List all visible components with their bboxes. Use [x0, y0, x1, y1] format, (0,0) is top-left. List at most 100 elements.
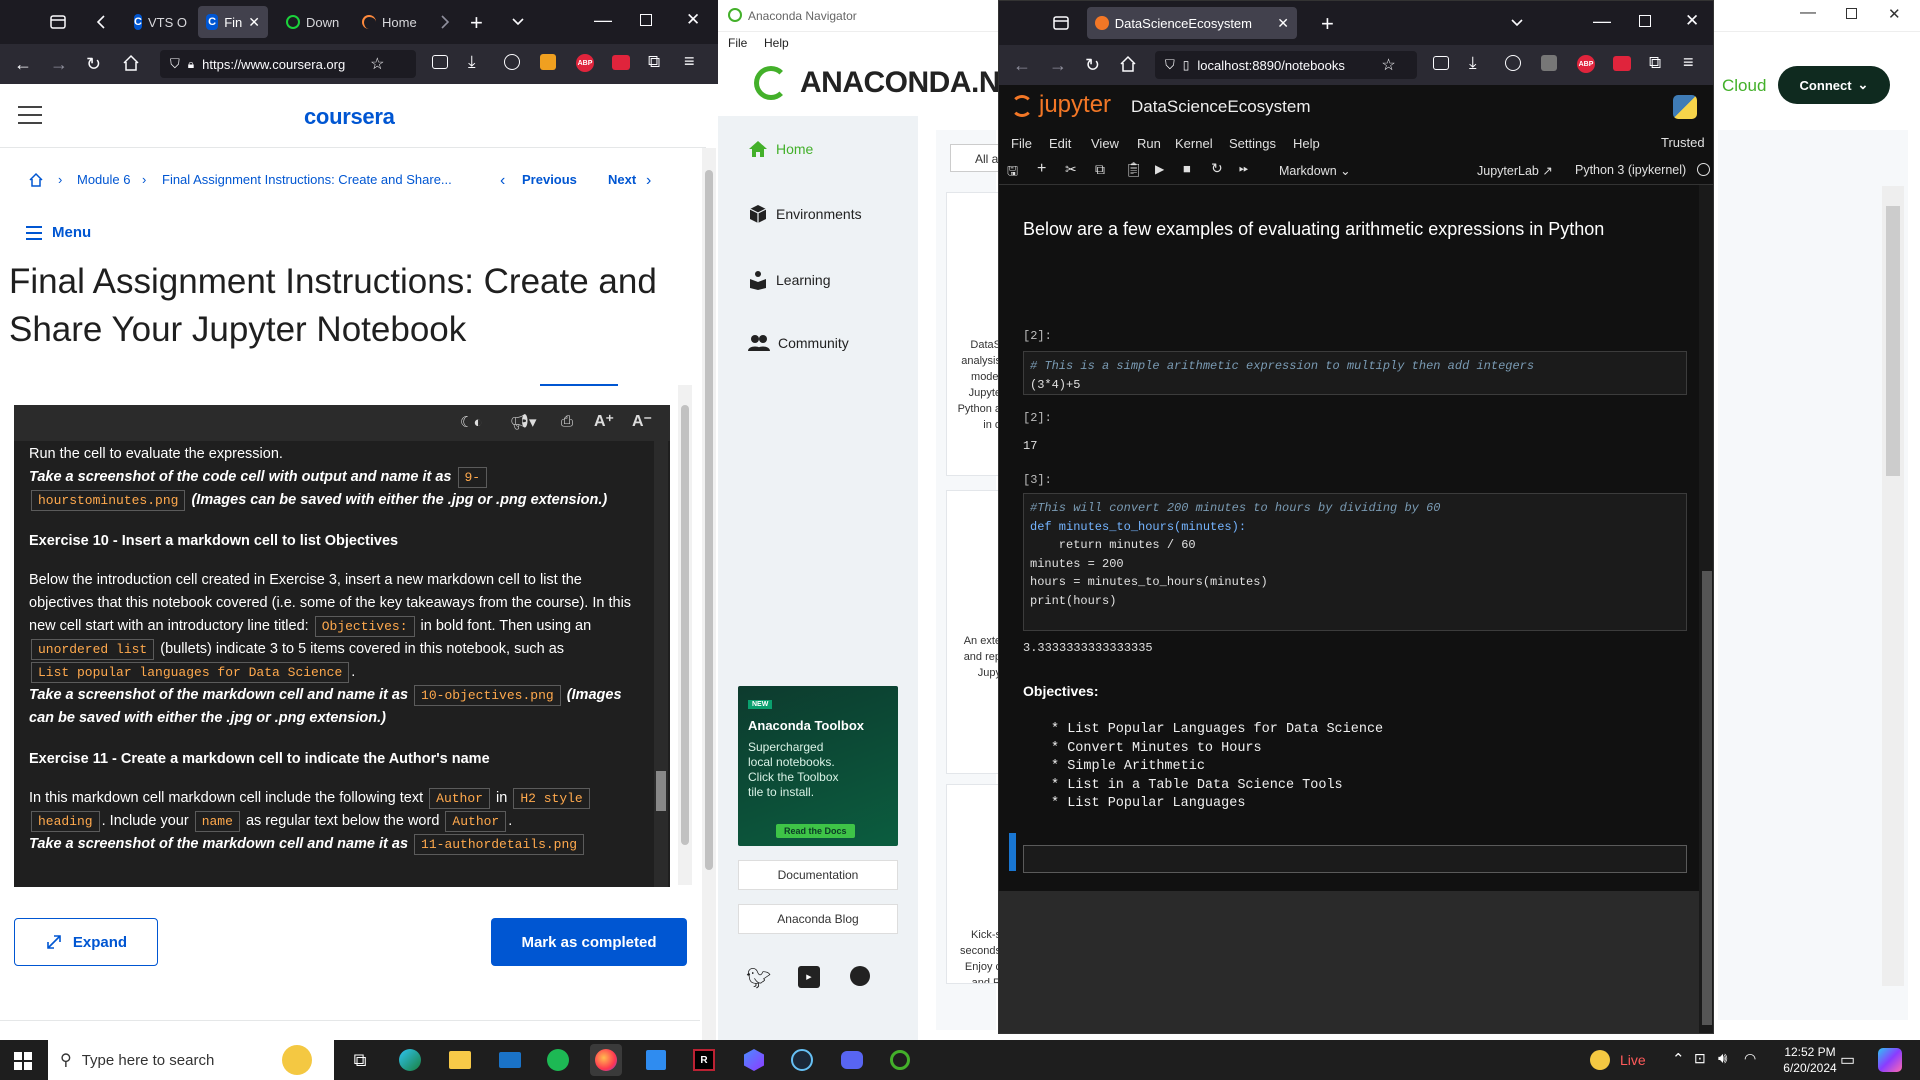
code-cell[interactable]: # This is a simple arithmetic expression…: [1023, 351, 1687, 395]
empty-cell[interactable]: [1023, 845, 1687, 873]
app-card-jupyter[interactable]: DataS analysis model Jupyte Python a in …: [946, 192, 1006, 476]
firefox-icon[interactable]: [590, 1044, 622, 1076]
menu-help[interactable]: Help: [764, 36, 789, 50]
spotify-icon[interactable]: [542, 1044, 574, 1076]
code-cell[interactable]: #This will convert 200 minutes to hours …: [1023, 493, 1687, 631]
environment-filter-select[interactable]: All a: [950, 144, 1000, 172]
file-explorer-icon[interactable]: [444, 1044, 476, 1076]
print-icon[interactable]: ⎙: [561, 413, 573, 430]
paste-icon[interactable]: 📋︎: [1125, 161, 1143, 178]
extensions-icon[interactable]: ⧉: [1649, 53, 1661, 73]
close-window-icon[interactable]: ✕: [686, 10, 700, 30]
forward-icon[interactable]: →: [50, 54, 68, 75]
app-menu-icon[interactable]: ≡: [1683, 52, 1694, 73]
minimize-icon[interactable]: —: [594, 10, 612, 31]
url-bar[interactable]: ⛉ ▯ localhost:8890/notebooks ☆: [1155, 51, 1417, 79]
menu-help[interactable]: Help: [1293, 136, 1320, 151]
extension-icon[interactable]: [612, 55, 630, 70]
adblock-icon[interactable]: ABP: [1577, 55, 1595, 73]
mark-as-completed-button[interactable]: Mark as completed: [491, 918, 687, 966]
bookmark-star-icon[interactable]: ☆: [1381, 55, 1395, 75]
breadcrumb-module[interactable]: Module 6: [77, 172, 130, 187]
pocket-icon[interactable]: [432, 55, 448, 69]
cell-type-select[interactable]: Markdown ⌄: [1279, 163, 1351, 178]
copilot-icon[interactable]: [1878, 1048, 1902, 1072]
hamburger-menu-icon[interactable]: [18, 106, 42, 124]
menu-view[interactable]: View: [1091, 136, 1119, 151]
nav-learning[interactable]: Learning: [748, 270, 831, 290]
adblock-icon[interactable]: ABP: [576, 54, 594, 72]
run-icon[interactable]: ▶: [1155, 162, 1164, 176]
menu-file[interactable]: File: [728, 36, 747, 50]
list-tabs-icon[interactable]: [510, 12, 526, 32]
menu-edit[interactable]: Edit: [1049, 136, 1071, 151]
next-link[interactable]: Next: [608, 172, 636, 187]
documentation-link[interactable]: Documentation: [738, 860, 898, 890]
home-icon[interactable]: [1119, 55, 1137, 73]
list-tabs-icon[interactable]: [1509, 13, 1525, 33]
menu-kernel[interactable]: Kernel: [1175, 136, 1213, 151]
account-icon[interactable]: [504, 54, 520, 70]
objectives-list[interactable]: * List Popular Languages for Data Scienc…: [1051, 721, 1383, 814]
nav-environments[interactable]: Environments: [748, 204, 862, 224]
scrollbar-thumb[interactable]: [1702, 571, 1712, 1025]
previous-link[interactable]: Previous: [522, 172, 577, 187]
maximize-icon[interactable]: [1639, 15, 1651, 27]
downloads-icon[interactable]: ⤓: [468, 52, 476, 72]
tab-datascienceecosystem[interactable]: DataScienceEcosystem ✕: [1087, 7, 1297, 39]
live-label[interactable]: Live: [1620, 1052, 1646, 1068]
youtube-icon[interactable]: ▶: [798, 966, 820, 988]
course-menu-button[interactable]: Menu: [26, 224, 91, 241]
back-icon[interactable]: ←: [14, 54, 32, 75]
app-card[interactable]: Kick-s seconds Enjoy c and R: [946, 784, 1006, 984]
theme-toggle-icon[interactable]: ☾◐: [460, 413, 483, 431]
restart-icon[interactable]: ↻: [1211, 160, 1223, 177]
downloads-icon[interactable]: ⤓: [1469, 53, 1477, 73]
breadcrumb-current[interactable]: Final Assignment Instructions: Create an…: [162, 172, 462, 187]
rider-icon[interactable]: R: [688, 1044, 720, 1076]
scrollbar-thumb[interactable]: [681, 405, 689, 845]
pocket-icon[interactable]: [1433, 56, 1449, 70]
close-window-icon[interactable]: ✕: [1685, 11, 1699, 31]
extension-icon[interactable]: [1541, 55, 1557, 71]
tab-home[interactable]: Home: [354, 6, 434, 38]
taskbar-search[interactable]: ⚲ Type here to search: [48, 1040, 334, 1080]
url-bar[interactable]: ⛉ 🔒︎ https://www.coursera.org ☆: [160, 50, 416, 78]
steam-icon[interactable]: [786, 1044, 818, 1076]
close-tab-icon[interactable]: ✕: [1277, 15, 1289, 32]
scrollbar-thumb[interactable]: [1886, 206, 1900, 476]
minimize-icon[interactable]: —: [1800, 4, 1816, 22]
reload-icon[interactable]: ↻: [1085, 55, 1100, 76]
edge-icon[interactable]: [394, 1044, 426, 1076]
menu-run[interactable]: Run: [1137, 136, 1161, 151]
tab-vts[interactable]: C VTS O: [126, 6, 192, 38]
back-icon[interactable]: ←: [1013, 55, 1031, 76]
app-icon[interactable]: [738, 1044, 770, 1076]
tab-downloads[interactable]: Down: [278, 6, 350, 38]
anaconda-toolbox-promo[interactable]: NEW Anaconda Toolbox Supercharged local …: [738, 686, 898, 846]
account-icon[interactable]: [1505, 55, 1521, 71]
tray-chevron-icon[interactable]: ⌃: [1672, 1050, 1685, 1068]
page-scrollbar[interactable]: [702, 148, 716, 1040]
github-icon[interactable]: [850, 966, 870, 986]
menu-file[interactable]: File: [1011, 136, 1032, 151]
scrollbar-thumb[interactable]: [656, 771, 666, 811]
close-tab-icon[interactable]: ✕: [248, 14, 260, 31]
save-icon[interactable]: 🖫︎: [1007, 162, 1018, 184]
inner-scrollbar[interactable]: [678, 385, 692, 885]
read-the-docs-button[interactable]: Read the Docs: [776, 824, 855, 838]
store-icon[interactable]: [640, 1044, 672, 1076]
nav-home[interactable]: Home: [748, 140, 813, 158]
discord-icon[interactable]: [836, 1044, 868, 1076]
tab-overview-icon[interactable]: [48, 12, 68, 32]
reload-icon[interactable]: ↻: [86, 54, 101, 75]
close-window-icon[interactable]: ✕: [1888, 5, 1901, 23]
add-cell-icon[interactable]: +: [1037, 160, 1046, 178]
app-card[interactable]: An exte and rep Jupy: [946, 490, 1006, 774]
connect-button[interactable]: Connect ⌄: [1778, 66, 1890, 104]
wifi-icon[interactable]: ◠: [1744, 1050, 1756, 1067]
read-aloud-icon[interactable]: 📢︎▾: [510, 413, 537, 431]
coursera-logo[interactable]: coursera: [304, 104, 395, 130]
tab-overview-icon[interactable]: [1051, 13, 1071, 33]
jupyter-wordmark[interactable]: jupyter: [1039, 91, 1111, 119]
